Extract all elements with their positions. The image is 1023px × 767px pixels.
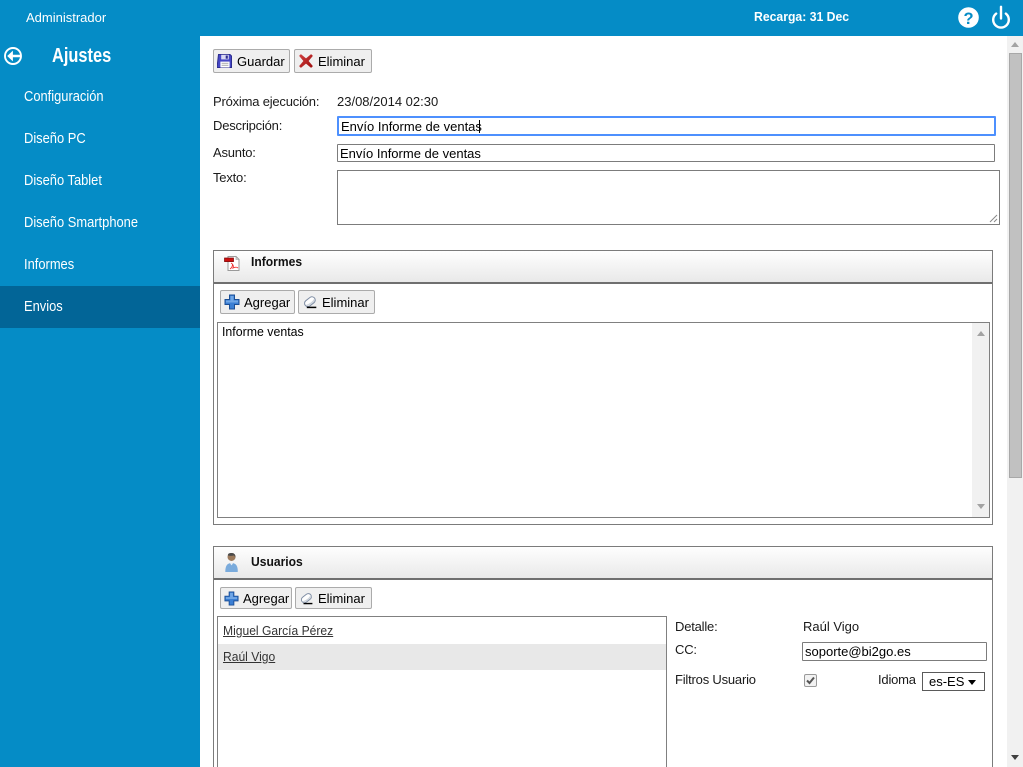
svg-text:?: ? — [963, 10, 973, 28]
